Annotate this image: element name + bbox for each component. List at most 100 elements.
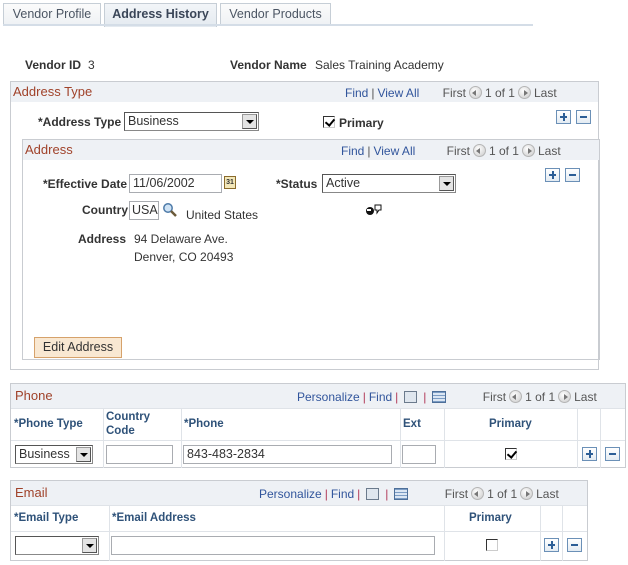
vendor-name-value: Sales Training Academy <box>315 58 444 72</box>
email-title: Email <box>15 485 48 500</box>
add-row-button[interactable] <box>544 538 559 552</box>
separator: | <box>324 487 328 501</box>
previous-arrow-icon[interactable] <box>509 390 523 403</box>
separator: | <box>371 86 375 100</box>
previous-arrow-icon[interactable] <box>468 86 482 99</box>
primary-checkbox[interactable] <box>323 116 335 128</box>
edit-address-button[interactable]: Edit Address <box>34 337 122 358</box>
delete-row-button[interactable] <box>565 168 580 182</box>
next-arrow-icon[interactable] <box>521 144 535 157</box>
phone-grid-nav: Personalize | Find | | First 1 of 1 Last <box>297 390 597 404</box>
personalize-link[interactable]: Personalize <box>297 390 360 404</box>
phone-type-value: Business <box>19 447 70 461</box>
divider <box>11 531 587 532</box>
divider <box>11 505 587 506</box>
first-label: First <box>444 487 469 501</box>
address-line-1: 94 Delaware Ave. <box>134 232 228 246</box>
email-type-select[interactable] <box>15 536 99 555</box>
first-label: First <box>442 86 466 100</box>
add-row-button[interactable] <box>545 168 560 182</box>
email-primary-checkbox[interactable] <box>486 539 498 551</box>
tab-divider <box>3 24 533 26</box>
address-type-label: *Address Type <box>38 115 122 129</box>
email-grid-header: Email Personalize | Find | | First 1 of 1 Last <box>11 481 587 505</box>
delete-row-button[interactable] <box>567 538 582 552</box>
next-arrow-icon[interactable] <box>520 487 534 500</box>
vendor-id-value: 3 <box>88 58 95 72</box>
search-icon[interactable] <box>162 202 177 217</box>
country-input[interactable]: USA <box>129 201 159 220</box>
phone-type-select[interactable]: Business <box>15 445 93 464</box>
phone-title: Phone <box>15 388 53 403</box>
first-label: First <box>446 144 470 158</box>
download-excel-icon[interactable] <box>394 488 409 500</box>
address-section: Address Find | View All First 1 of 1 Last *E… <box>22 139 600 360</box>
chevron-down-icon <box>242 114 257 129</box>
add-row-button[interactable] <box>582 447 597 461</box>
phone-primary-checkbox[interactable] <box>505 448 517 460</box>
separator: | <box>362 390 366 404</box>
find-link[interactable]: Find <box>369 390 392 404</box>
view-all-link[interactable]: View All <box>373 144 415 158</box>
address-type-select[interactable]: Business <box>124 112 259 131</box>
separator: | <box>423 390 427 404</box>
divider <box>600 408 601 468</box>
primary-label: Primary <box>339 116 384 130</box>
divider <box>103 408 104 468</box>
address-type-nav: Find | View All First 1 of 1 Last <box>345 86 557 100</box>
col-phone: *Phone <box>184 418 224 430</box>
calendar-icon[interactable]: 31 <box>224 176 236 189</box>
row-count: 1 of 1 <box>487 487 518 501</box>
email-grid-nav: Personalize | Find | | First 1 of 1 Last <box>259 487 559 501</box>
find-link[interactable]: Find <box>331 487 354 501</box>
find-link[interactable]: Find <box>345 86 368 100</box>
divider <box>400 408 401 468</box>
previous-arrow-icon[interactable] <box>471 487 485 500</box>
divider <box>577 408 578 468</box>
next-arrow-icon[interactable] <box>517 86 531 99</box>
tab-vendor-products[interactable]: Vendor Products <box>220 3 331 26</box>
email-address-input[interactable] <box>111 536 435 555</box>
phone-grid-header: Phone Personalize | Find | | First 1 of 1 Last <box>11 384 625 408</box>
view-all-link[interactable]: View All <box>377 86 419 100</box>
effective-date-value: 11/06/2002 <box>133 176 195 190</box>
translate-icon[interactable] <box>364 203 384 217</box>
col-country-code: Country <box>106 411 151 423</box>
col-email-type: *Email Type <box>14 512 79 524</box>
delete-row-button[interactable] <box>605 447 620 461</box>
country-code: USA <box>132 203 158 217</box>
last-label: Last <box>533 86 557 100</box>
country-code-input[interactable] <box>106 445 173 464</box>
last-label: Last <box>537 144 561 158</box>
row-count: 1 of 1 <box>488 144 519 158</box>
address-type-value: Business <box>128 114 179 128</box>
divider <box>109 505 110 561</box>
tab-vendor-profile[interactable]: Vendor Profile <box>3 3 101 26</box>
add-row-button[interactable] <box>556 110 571 124</box>
address-type-section: Address Type Find | View All First 1 of 1 La… <box>10 81 600 370</box>
zoom-grid-icon[interactable] <box>366 488 380 500</box>
download-excel-icon[interactable] <box>432 391 447 403</box>
effective-date-input[interactable]: 11/06/2002 <box>129 174 222 193</box>
previous-arrow-icon[interactable] <box>472 144 486 157</box>
col-primary: Primary <box>469 512 512 524</box>
separator: | <box>357 487 361 501</box>
status-select[interactable]: Active <box>322 174 456 193</box>
zoom-grid-icon[interactable] <box>404 391 418 403</box>
find-link[interactable]: Find <box>341 144 364 158</box>
divider <box>444 408 445 468</box>
country-name: United States <box>186 208 259 222</box>
col-primary: Primary <box>489 418 532 430</box>
chevron-down-icon <box>439 176 454 191</box>
address-nav: Find | View All First 1 of 1 Last <box>341 144 561 158</box>
phone-input[interactable]: 843-483-2834 <box>183 445 392 464</box>
personalize-link[interactable]: Personalize <box>259 487 322 501</box>
divider <box>181 408 182 468</box>
delete-row-button[interactable] <box>576 110 591 124</box>
separator: | <box>385 487 389 501</box>
effective-date-label: *Effective Date <box>43 177 128 191</box>
status-label: *Status <box>276 177 318 191</box>
ext-input[interactable] <box>402 445 436 464</box>
next-arrow-icon[interactable] <box>558 390 572 403</box>
address-label: Address <box>78 232 127 246</box>
